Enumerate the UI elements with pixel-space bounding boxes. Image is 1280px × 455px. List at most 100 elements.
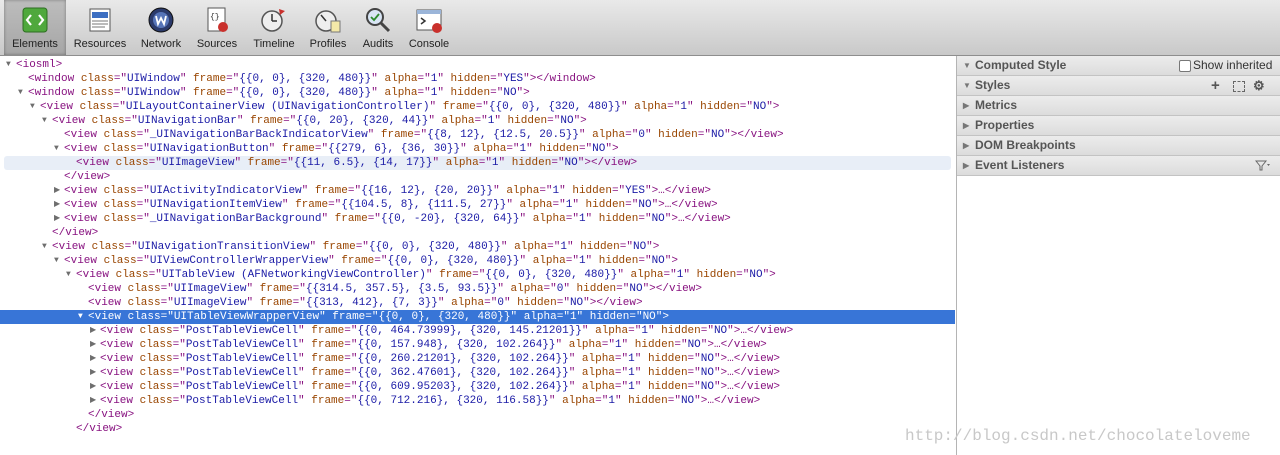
dom-node[interactable]: <view class="_UINavigationBarBackIndicat… xyxy=(0,128,955,142)
tag-text: =" xyxy=(629,311,643,323)
dom-node[interactable]: ▼ <view class="UINavigationBar" frame="{{… xyxy=(0,114,955,128)
expand-triangle-icon[interactable]: ▶ xyxy=(90,338,96,352)
tag-text: =" xyxy=(565,255,579,267)
dom-node[interactable]: ▶ <view class="PostTableViewCell" frame="… xyxy=(0,352,955,366)
tab-resources[interactable]: Resources xyxy=(70,0,130,55)
expand-triangle-icon: ▶ xyxy=(963,121,970,130)
attribute-value: 1 xyxy=(628,353,635,365)
attribute-value: 1 xyxy=(608,395,615,407)
element-state-icon[interactable] xyxy=(1233,81,1245,92)
collapse-triangle-icon[interactable]: ▼ xyxy=(42,114,47,128)
dom-node[interactable]: </view> xyxy=(0,226,955,240)
tag-text: =" xyxy=(667,101,681,113)
dom-node[interactable]: ▼ <view class="UITableView (AFNetworkingV… xyxy=(0,268,955,282)
dom-node[interactable]: ▶ <view class="PostTableViewCell" frame="… xyxy=(0,394,955,408)
tag-text: <view xyxy=(40,101,80,113)
attribute-name: alpha xyxy=(523,311,557,323)
attribute-value: _UINavigationBarBackground xyxy=(149,213,322,225)
attribute-value: {{0, 0}, {320, 480}} xyxy=(368,241,501,253)
attribute-value: 1 xyxy=(560,241,567,253)
tab-profiles[interactable]: Profiles xyxy=(304,0,352,55)
pane-metrics[interactable]: ▶ Metrics xyxy=(957,96,1280,116)
collapse-triangle-icon[interactable]: ▼ xyxy=(18,86,23,100)
expand-triangle-icon[interactable]: ▶ xyxy=(54,184,60,198)
tag-text: <view xyxy=(64,129,104,141)
tag-text: <view xyxy=(100,381,140,393)
tag-text: =" xyxy=(136,199,150,211)
expand-triangle-icon[interactable]: ▶ xyxy=(90,352,96,366)
add-rule-icon[interactable]: + xyxy=(1211,76,1220,95)
dom-node[interactable]: </view> xyxy=(0,408,955,422)
attribute-name: frame xyxy=(332,311,366,323)
tag-text: =" xyxy=(625,129,639,141)
tag-text: =" xyxy=(552,199,566,211)
tab-elements[interactable]: Elements xyxy=(4,0,66,55)
attribute-name: frame xyxy=(193,73,227,85)
dom-node[interactable]: </view> xyxy=(0,422,955,436)
collapse-triangle-icon[interactable]: ▼ xyxy=(66,268,71,282)
pane-computed-style[interactable]: ▼ Computed Style Show inherited xyxy=(957,56,1280,76)
show-inherited-checkbox[interactable] xyxy=(1179,60,1191,72)
dom-node[interactable]: <window class="UIWindow" frame="{{0, 0},… xyxy=(0,72,955,86)
dom-node[interactable]: <view class="UIImageView" frame="{{313, … xyxy=(0,296,955,310)
tag-text: " xyxy=(563,283,577,295)
attribute-value: NO xyxy=(687,339,701,351)
tag-text: =" xyxy=(417,87,431,99)
expand-triangle-icon[interactable]: ▶ xyxy=(54,212,60,226)
dom-node-selected[interactable]: ▼ <view class="UITableViewWrapperView" fr… xyxy=(0,310,955,324)
tab-audits[interactable]: Audits xyxy=(356,0,400,55)
collapse-triangle-icon[interactable]: ▼ xyxy=(30,100,35,114)
tab-sources[interactable]: {} Sources xyxy=(192,0,242,55)
dom-node[interactable]: ▼ <view class="UINavigationButton" frame=… xyxy=(0,142,955,156)
tab-console[interactable]: Console xyxy=(404,0,454,55)
tag-text: <view xyxy=(76,157,116,169)
expand-triangle-icon[interactable]: ▶ xyxy=(54,198,60,212)
dom-node[interactable]: ▼ <iosml> xyxy=(0,58,955,72)
filter-icon[interactable] xyxy=(1255,160,1271,171)
dom-node[interactable]: ▶ <view class="UINavigationItemView" fram… xyxy=(0,198,955,212)
expand-triangle-icon[interactable]: ▶ xyxy=(90,324,96,338)
tag-text: " xyxy=(437,297,452,309)
tag-text: =" xyxy=(160,311,174,323)
expand-triangle-icon[interactable]: ▶ xyxy=(90,366,96,380)
collapse-triangle-icon[interactable]: ▼ xyxy=(54,142,59,156)
collapse-triangle-icon[interactable]: ▼ xyxy=(54,254,59,268)
expand-triangle-icon[interactable]: ▶ xyxy=(90,394,96,408)
tag-text: =" xyxy=(565,213,579,225)
dom-node[interactable]: ▶ <view class="PostTableViewCell" frame="… xyxy=(0,366,955,380)
tag-text: " xyxy=(581,325,596,337)
tag-text: =" xyxy=(556,311,570,323)
pane-event-listeners[interactable]: ▶ Event Listeners xyxy=(957,156,1280,176)
dom-node-markup: <iosml> xyxy=(16,58,62,72)
dom-node[interactable]: ▼ <window class="UIWindow" frame="{{0, 0}… xyxy=(0,86,955,100)
collapse-triangle-icon[interactable]: ▼ xyxy=(78,310,83,324)
attribute-value: NO xyxy=(592,143,606,155)
expand-triangle-icon: ▶ xyxy=(963,141,970,150)
dom-node[interactable]: ▶ <view class="PostTableViewCell" frame="… xyxy=(0,338,955,352)
dom-node[interactable]: ▶ <view class="_UINavigationBarBackground… xyxy=(0,212,955,226)
tab-timeline[interactable]: Timeline xyxy=(246,0,302,55)
dom-node[interactable]: ▶ <view class="UIActivityIndicatorView" f… xyxy=(0,184,955,198)
dom-node[interactable]: ▼ <view class="UIViewControllerWrapperVie… xyxy=(0,254,955,268)
collapse-triangle-icon[interactable]: ▼ xyxy=(42,240,47,254)
tag-text: " xyxy=(497,283,511,295)
dom-node[interactable]: ▼ <view class="UILayoutContainerView (UIN… xyxy=(0,100,955,114)
dom-node[interactable]: </view> xyxy=(0,170,955,184)
dom-node[interactable]: <view class="UIImageView" frame="{{314.5… xyxy=(0,282,955,296)
pane-dom-breakpoints[interactable]: ▶ DOM Breakpoints xyxy=(957,136,1280,156)
tag-text: " xyxy=(634,367,648,379)
dom-node[interactable]: ▶ <view class="PostTableViewCell" frame="… xyxy=(0,324,955,338)
attribute-name: alpha xyxy=(568,339,602,351)
dom-node-markup: <view class="UITableView (AFNetworkingVi… xyxy=(76,268,776,282)
dom-node[interactable]: ▼ <view class="UINavigationTransitionView… xyxy=(0,240,955,254)
attribute-value: {{313, 412}, {7, 3}} xyxy=(305,297,438,309)
attribute-value: YES xyxy=(503,73,524,85)
dom-node[interactable]: ▶ <view class="PostTableViewCell" frame="… xyxy=(0,380,955,394)
gear-icon[interactable]: ⚙ xyxy=(1253,76,1265,95)
collapse-triangle-icon[interactable]: ▼ xyxy=(6,58,11,72)
pane-styles[interactable]: ▼ Styles + ⚙ xyxy=(957,76,1280,96)
expand-triangle-icon[interactable]: ▶ xyxy=(90,380,96,394)
pane-properties[interactable]: ▶ Properties xyxy=(957,116,1280,136)
tab-network[interactable]: Network xyxy=(134,0,188,55)
dom-node[interactable]: <view class="UIImageView" frame="{{11, 6… xyxy=(4,156,951,170)
